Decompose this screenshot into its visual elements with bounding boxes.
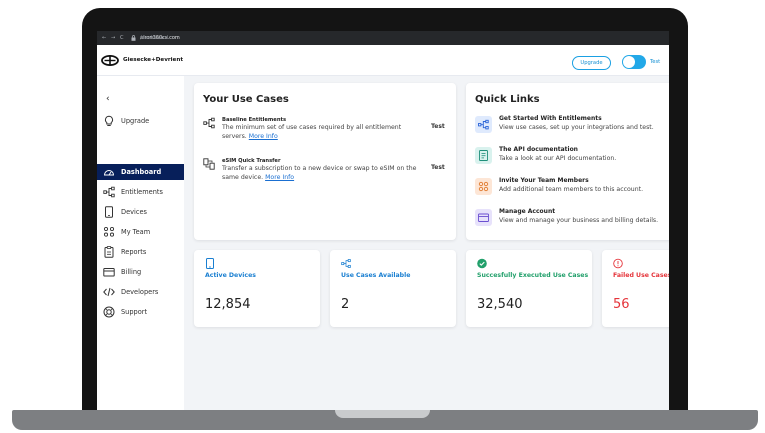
stat-value: 2 (341, 297, 350, 312)
sidebar-item-entitlements[interactable]: Entitlements (97, 184, 184, 200)
use-cases-card: Your Use Cases Baseline Entitlements The… (194, 83, 456, 240)
connection-icon (103, 186, 115, 198)
use-case-row-baseline: Baseline Entitlements The minimum set of… (203, 116, 453, 146)
device-icon (206, 258, 214, 269)
forward-button[interactable]: → (111, 31, 115, 45)
support-icon (103, 306, 115, 318)
billing-icon (103, 266, 115, 278)
quick-links-title: Quick Links (475, 94, 540, 105)
sidebar-item-label: My Team (121, 228, 151, 236)
reload-button[interactable]: C (120, 31, 124, 45)
gd-logo (101, 55, 119, 66)
collapse-sidebar-button[interactable]: ‹ (106, 94, 110, 104)
sidebar-item-label: Devices (121, 208, 147, 216)
sidebar-item-devices[interactable]: Devices (97, 204, 184, 220)
stat-card-failed-use-cases: Failed Use Cases 56 (602, 250, 669, 327)
stat-value: 56 (613, 297, 630, 312)
alert-circle-icon (613, 258, 623, 269)
stat-card-use-cases-available: Use Cases Available 2 (330, 250, 456, 327)
sidebar-item-label: Support (121, 308, 148, 316)
test-mode-label: Test (650, 59, 661, 65)
app-header: Giesecke+Devrient Upgrade Test (97, 45, 669, 76)
upgrade-button[interactable]: Upgrade (572, 56, 611, 70)
connection-icon (203, 117, 215, 129)
quick-link-api-docs[interactable]: The API documentation Take a look at our… (475, 146, 669, 170)
stat-label: Use Cases Available (341, 272, 411, 279)
code-icon (103, 286, 115, 298)
sidebar-item-support[interactable]: Support (97, 304, 184, 320)
sidebar-item-label: Entitlements (121, 188, 163, 196)
sidebar-item-label: Dashboard (121, 168, 162, 176)
sidebar-item-label: Developers (121, 288, 159, 296)
quick-link-description: View use cases, set up your integrations… (499, 124, 654, 131)
use-case-row-esim: eSIM Quick Transfer Transfer a subscript… (203, 157, 453, 187)
stat-value: 32,540 (477, 297, 523, 312)
connection-icon (475, 116, 492, 133)
check-circle-icon (477, 258, 487, 269)
quick-links-card: Quick Links Get Started With Entitlement… (466, 83, 669, 240)
quick-link-manage-account[interactable]: Manage Account View and manage your busi… (475, 208, 669, 232)
quick-link-title: Manage Account (499, 208, 556, 215)
sidebar-item-label: Reports (121, 248, 147, 256)
sidebar-item-reports[interactable]: Reports (97, 244, 184, 260)
team-icon (103, 226, 115, 238)
sidebar-item-dashboard[interactable]: Dashboard (97, 164, 184, 180)
main-content: Your Use Cases Baseline Entitlements The… (184, 76, 669, 410)
device-icon (103, 206, 115, 218)
quick-link-description: Take a look at our API documentation. (499, 155, 617, 162)
stat-label: Active Devices (205, 272, 256, 279)
stat-card-executed-use-cases: Succesfully Executed Use Cases 32,540 (466, 250, 592, 327)
stat-card-active-devices: Active Devices 12,854 (194, 250, 320, 327)
sidebar: ‹ Upgrade Dashboard Entitlements Devices… (97, 76, 184, 410)
quick-link-title: Get Started With Entitlements (499, 115, 602, 122)
team-icon (475, 178, 492, 195)
quick-link-description: Add additional team members to this acco… (499, 186, 644, 193)
sidebar-item-label: Upgrade (121, 117, 150, 125)
test-button[interactable]: Test (431, 164, 445, 171)
report-icon (103, 246, 115, 258)
quick-link-title: Invite Your Team Members (499, 177, 589, 184)
connection-icon (341, 259, 351, 268)
sidebar-item-billing[interactable]: Billing (97, 264, 184, 280)
quick-link-description: View and manage your business and billin… (499, 217, 659, 224)
document-icon (475, 147, 492, 164)
lightbulb-icon (103, 115, 115, 127)
stat-label: Failed Use Cases (613, 272, 669, 279)
toggle-knob (623, 56, 635, 68)
gauge-icon (103, 166, 115, 178)
laptop-screen: ← → C airon360cs.com/dashboard Giesecke+… (97, 31, 669, 410)
test-button[interactable]: Test (431, 123, 445, 130)
use-cases-title: Your Use Cases (203, 94, 289, 105)
more-info-link[interactable]: More Info (249, 133, 278, 140)
use-case-description: The minimum set of use cases required by… (222, 124, 402, 140)
quick-link-get-started[interactable]: Get Started With Entitlements View use c… (475, 115, 669, 139)
url-path: /dashboard (140, 35, 169, 41)
stat-value: 12,854 (205, 297, 251, 312)
billing-icon (475, 209, 492, 226)
test-mode-toggle[interactable] (622, 55, 646, 69)
stat-label: Succesfully Executed Use Cases (477, 272, 589, 279)
laptop-notch (335, 410, 430, 418)
sidebar-item-upgrade[interactable]: Upgrade (97, 113, 184, 129)
sidebar-item-label: Billing (121, 268, 142, 276)
sidebar-item-my-team[interactable]: My Team (97, 224, 184, 240)
more-info-link[interactable]: More Info (265, 174, 294, 181)
browser-bar: ← → C airon360cs.com/dashboard (97, 31, 669, 45)
use-case-description: Transfer a subscription to a new device … (222, 165, 417, 181)
brand-name: Giesecke+Devrient (123, 57, 184, 63)
back-button[interactable]: ← (102, 31, 106, 45)
quick-link-title: The API documentation (499, 146, 578, 153)
sidebar-item-developers[interactable]: Developers (97, 284, 184, 300)
quick-link-invite-team[interactable]: Invite Your Team Members Add additional … (475, 177, 669, 201)
sim-transfer-icon (203, 158, 215, 170)
